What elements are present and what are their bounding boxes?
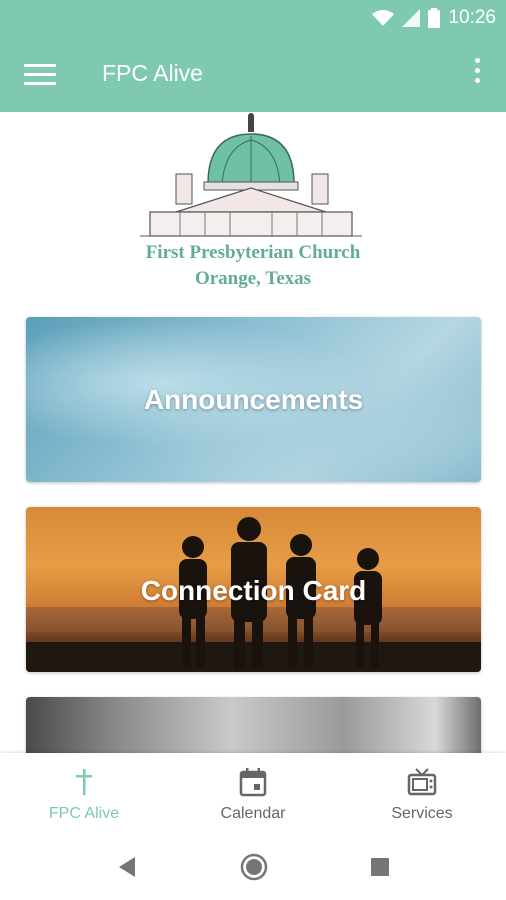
church-name-text: First Presbyterian Church — [146, 242, 361, 263]
nav-label-calendar: Calendar — [220, 805, 286, 822]
connection-card-label: Connection Card — [140, 575, 367, 606]
app-toolbar: FPC Alive — [0, 36, 506, 112]
system-navigation-bar — [0, 835, 506, 900]
announcements-card[interactable]: Announcements — [26, 317, 481, 482]
nav-item-fpc-alive[interactable]: FPC Alive — [0, 753, 168, 835]
church-building-illustration: First Presbyterian Church Orange, Texas — [140, 113, 362, 289]
nav-label-fpc-alive: FPC Alive — [48, 805, 120, 822]
nav-label-services: Services — [391, 805, 453, 822]
status-icons: 10:26 — [372, 6, 496, 30]
third-card[interactable] — [26, 697, 481, 757]
back-icon[interactable] — [117, 856, 137, 878]
status-bar: 10:26 — [0, 0, 506, 36]
calendar-icon — [239, 768, 267, 797]
menu-icon[interactable] — [24, 60, 56, 88]
status-time: 10:26 — [448, 7, 496, 28]
bottom-navigation: FPC Alive Calendar Services — [0, 753, 506, 835]
battery-icon — [428, 8, 441, 28]
home-icon[interactable] — [240, 853, 268, 881]
wifi-icon — [372, 10, 395, 26]
nav-item-calendar[interactable]: Calendar — [169, 753, 337, 835]
announcements-card-label: Announcements — [143, 384, 364, 415]
connection-card[interactable]: Connection Card — [26, 507, 481, 672]
church-location-text: Orange, Texas — [195, 268, 311, 289]
page-title: FPC Alive — [102, 60, 203, 86]
more-options-icon[interactable] — [474, 58, 482, 90]
nav-item-services[interactable]: Services — [338, 753, 506, 835]
signal-icon — [402, 9, 421, 27]
tv-icon — [407, 768, 437, 796]
cross-icon — [76, 769, 92, 795]
recents-icon[interactable] — [371, 858, 389, 876]
church-logo: First Presbyterian Church Orange, Texas — [0, 112, 506, 294]
